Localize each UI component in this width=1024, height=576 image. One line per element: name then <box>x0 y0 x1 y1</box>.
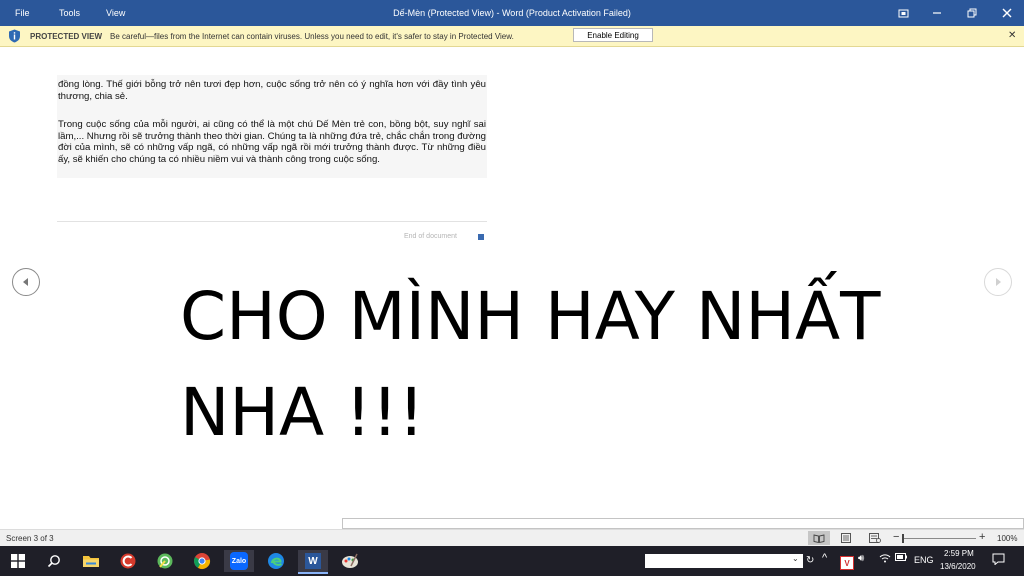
wifi-icon[interactable] <box>879 553 891 565</box>
zalo-label: Zalo <box>230 552 248 570</box>
window-title: Dế-Mèn (Protected View) - Word (Product … <box>393 8 631 18</box>
zoom-in-button[interactable]: + <box>979 531 985 543</box>
word-icon[interactable]: W <box>298 550 328 574</box>
web-layout-icon[interactable] <box>869 533 881 545</box>
close-bar-icon[interactable]: ✕ <box>1008 30 1016 41</box>
edge-icon[interactable] <box>261 550 291 572</box>
status-bar: Screen 3 of 3 − + 100% <box>0 529 1024 547</box>
search-icon[interactable] <box>39 550 69 572</box>
volume-icon[interactable]: 🔊︎ <box>858 553 864 564</box>
zoom-level[interactable]: 100% <box>997 534 1017 543</box>
paint-icon[interactable] <box>335 550 365 572</box>
battery-icon[interactable] <box>895 553 907 563</box>
chevron-up-icon[interactable]: ^ <box>822 552 827 564</box>
arrow-left-icon <box>23 278 28 286</box>
protected-view-bar: PROTECTED VIEW Be careful—files from the… <box>0 26 1024 47</box>
clock-time[interactable]: 2:59 PM <box>944 549 974 558</box>
file-explorer-icon[interactable] <box>76 550 106 572</box>
protected-view-label: PROTECTED VIEW <box>30 32 103 41</box>
shield-icon <box>9 29 20 43</box>
notification-icon[interactable] <box>992 553 1005 567</box>
word-label: W <box>305 553 321 569</box>
focus-mode-icon[interactable] <box>886 0 920 26</box>
chevron-down-icon[interactable]: ⌄ <box>792 554 799 563</box>
taskbar: Zalo W ⌄ ↻ ^ V 🔊︎ ENG 2:59 PM 13/6/2020 <box>0 546 1024 576</box>
page-divider <box>57 221 487 222</box>
chrome-icon[interactable] <box>187 550 217 572</box>
screen-counter: Screen 3 of 3 <box>6 534 54 543</box>
end-of-document-label: End of document <box>404 233 457 240</box>
windows-start-icon[interactable] <box>3 550 33 572</box>
address-bar-input[interactable] <box>645 554 803 568</box>
app-green-icon[interactable] <box>150 550 180 572</box>
language-indicator[interactable]: ENG <box>914 555 934 565</box>
protected-view-message: Be careful—files from the Internet can c… <box>110 32 514 41</box>
vietkey-icon[interactable]: V <box>840 556 854 570</box>
read-mode-icon[interactable] <box>808 531 830 545</box>
document-page: đồng lòng. Thế giới bỗng trở nên tươi đẹ… <box>0 47 1024 517</box>
zoom-slider-thumb[interactable] <box>902 534 904 543</box>
title-bar: File Tools View Dế-Mèn (Protected View) … <box>0 0 1024 26</box>
horizontal-scrollbar[interactable] <box>342 518 1024 529</box>
ccleaner-icon[interactable] <box>113 550 143 572</box>
clock-date[interactable]: 13/6/2020 <box>940 562 976 571</box>
paragraph-1: đồng lòng. Thế giới bỗng trở nên tươi đẹ… <box>58 79 486 102</box>
arrow-right-icon <box>996 278 1001 286</box>
next-screen-button[interactable] <box>984 268 1012 296</box>
restore-icon[interactable] <box>955 0 989 26</box>
zoom-out-button[interactable]: − <box>893 531 899 543</box>
minimize-icon[interactable] <box>920 0 954 26</box>
overlay-line-1: CHO MÌNH HAY NHẤT <box>180 278 881 355</box>
enable-editing-button[interactable]: Enable Editing <box>573 28 653 42</box>
print-layout-icon[interactable] <box>840 533 852 545</box>
close-icon[interactable] <box>990 0 1024 26</box>
zoom-slider[interactable] <box>904 538 976 539</box>
overlay-line-2: NHA !!! <box>180 374 425 451</box>
end-of-document-marker <box>478 234 484 240</box>
refresh-icon[interactable]: ↻ <box>806 555 814 566</box>
zalo-icon[interactable]: Zalo <box>224 550 254 572</box>
overlay-text: CHO MÌNH HAY NHẤT NHA !!! <box>180 269 880 461</box>
previous-screen-button[interactable] <box>12 268 40 296</box>
paragraph-2: Trong cuộc sống của mỗi người, ai cũng c… <box>58 119 486 165</box>
